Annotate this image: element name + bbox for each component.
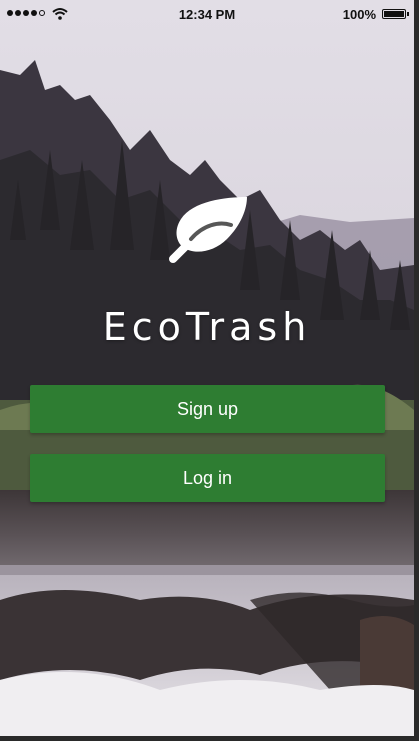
leaf-icon	[169, 197, 247, 263]
battery-icon	[382, 9, 406, 19]
sign-up-button[interactable]: Sign up	[30, 385, 385, 433]
battery-percent: 100%	[342, 7, 376, 22]
phone-screen: 12:34 PM 100% EcoTrash Sign up Log in	[0, 0, 414, 736]
background-landscape-image	[0, 0, 414, 736]
log-in-button[interactable]: Log in	[30, 454, 385, 502]
app-title: EcoTrash	[102, 305, 312, 349]
status-bar: 12:34 PM 100%	[0, 0, 414, 30]
device-frame-edge	[414, 0, 419, 741]
device-frame-bottom	[0, 736, 419, 741]
